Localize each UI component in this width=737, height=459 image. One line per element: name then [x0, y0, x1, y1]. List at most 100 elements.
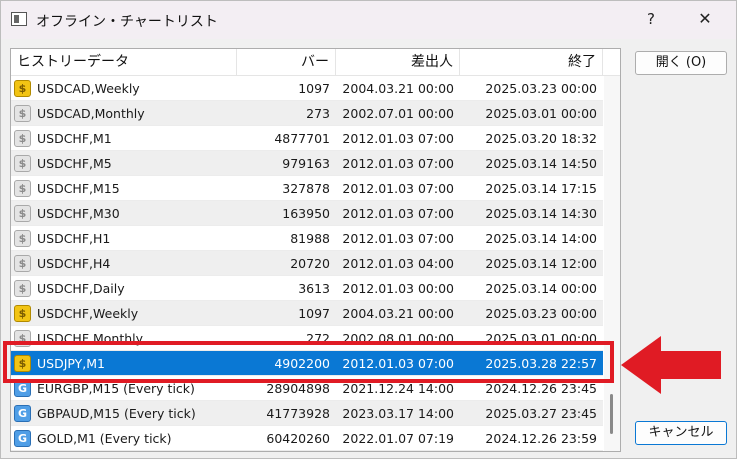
- from-cell: 2004.03.21 00:00: [342, 81, 454, 96]
- symbol-cell: $ USDCAD,Monthly: [11, 101, 237, 125]
- dollar-coin-icon: $: [14, 104, 31, 122]
- from-cell: 2012.01.03 07:00: [342, 231, 454, 246]
- symbol-label: USDCHF,Daily: [37, 280, 125, 296]
- bars-cell: 81988: [290, 231, 330, 246]
- symbol-label: USDCHF,H1: [37, 230, 111, 246]
- symbol-cell: $ USDCAD,Weekly: [11, 76, 237, 100]
- open-button[interactable]: 開く (O): [635, 51, 727, 75]
- to-cell: 2025.03.14 17:15: [485, 181, 597, 196]
- symbol-label: USDCHF,M1: [37, 130, 112, 146]
- symbol-cell: $ USDCHF,Daily: [11, 276, 237, 300]
- to-cell: 2025.03.14 14:00: [485, 231, 597, 246]
- from-cell: 2002.07.01 00:00: [342, 106, 454, 121]
- from-cell: 2012.01.03 07:00: [342, 156, 454, 171]
- every-tick-icon: G: [14, 429, 31, 447]
- symbol-cell: $ USDCHF,M15: [11, 176, 237, 200]
- symbol-cell: $ USDCHF,M1: [11, 126, 237, 150]
- dollar-coin-icon: $: [14, 204, 31, 222]
- symbol-cell: $ USDCHF,Weekly: [11, 301, 237, 325]
- from-cell: 2012.01.03 04:00: [342, 256, 454, 271]
- to-cell: 2025.03.20 18:32: [485, 131, 597, 146]
- table-row[interactable]: $ USDCAD,Monthly 273 2002.07.01 00:00 2025.0…: [11, 101, 603, 126]
- to-cell: 2025.03.01 00:00: [485, 106, 597, 121]
- table-row[interactable]: $ USDCAD,Weekly 1097 2004.03.21 00:00 2025.0…: [11, 76, 603, 101]
- bars-cell: 979163: [282, 156, 330, 171]
- to-cell: 2025.03.14 14:30: [485, 206, 597, 221]
- symbol-label: USDCAD,Weekly: [37, 80, 140, 96]
- bars-cell: 41773928: [266, 406, 330, 421]
- bars-cell: 4877701: [274, 131, 330, 146]
- window-icon: [11, 12, 27, 26]
- symbol-label: USDCAD,Monthly: [37, 105, 145, 121]
- to-cell: 2024.12.26 23:59: [485, 431, 597, 446]
- dollar-coin-icon: $: [14, 254, 31, 272]
- column-header-to[interactable]: 終了: [460, 49, 603, 76]
- from-cell: 2022.01.07 07:19: [342, 431, 454, 446]
- to-cell: 2025.03.27 23:45: [485, 406, 597, 421]
- from-cell: 2012.01.03 07:00: [342, 206, 454, 221]
- dollar-coin-icon: $: [14, 229, 31, 247]
- symbol-label: USDCHF,M5: [37, 155, 112, 171]
- list-rows: $ USDCAD,Weekly 1097 2004.03.21 00:00 2025.0…: [11, 76, 603, 451]
- close-button[interactable]: ✕: [692, 7, 718, 31]
- offline-chart-list-dialog: オフライン・チャートリスト ? ✕ ヒストリーデータ バー 差出人 終了 $ US…: [0, 0, 737, 459]
- table-row[interactable]: G GBPAUD,M15 (Every tick) 41773928 2023.03.…: [11, 401, 603, 426]
- help-button[interactable]: ?: [639, 7, 663, 31]
- scrollbar-thumb[interactable]: [610, 394, 613, 434]
- red-arrow-annotation: [621, 336, 721, 394]
- selection-highlight-annotation: [3, 341, 614, 383]
- table-row[interactable]: $ USDCHF,M1 4877701 2012.01.03 07:00 2025.03…: [11, 126, 603, 151]
- from-cell: 2012.01.03 07:00: [342, 131, 454, 146]
- bars-cell: 273: [306, 106, 330, 121]
- symbol-cell: $ USDCHF,H1: [11, 226, 237, 250]
- table-row[interactable]: $ USDCHF,H1 81988 2012.01.03 07:00 2025.03.1…: [11, 226, 603, 251]
- from-cell: 2023.03.17 14:00: [342, 406, 454, 421]
- from-cell: 2012.01.03 00:00: [342, 281, 454, 296]
- symbol-label: USDCHF,H4: [37, 255, 111, 271]
- to-cell: 2025.03.14 12:00: [485, 256, 597, 271]
- symbol-label: USDCHF,M15: [37, 180, 120, 196]
- bars-cell: 1097: [298, 81, 330, 96]
- from-cell: 2004.03.21 00:00: [342, 306, 454, 321]
- table-row[interactable]: $ USDCHF,M30 163950 2012.01.03 07:00 2025.03…: [11, 201, 603, 226]
- list-header: ヒストリーデータ バー 差出人 終了: [11, 49, 620, 76]
- dollar-coin-icon: $: [14, 304, 31, 322]
- symbol-label: USDCHF,M30: [37, 205, 120, 221]
- dollar-coin-icon: $: [14, 179, 31, 197]
- bars-cell: 20720: [290, 256, 330, 271]
- dollar-coin-icon: $: [14, 129, 31, 147]
- to-cell: 2025.03.14 14:50: [485, 156, 597, 171]
- symbol-label: GOLD,M1 (Every tick): [37, 430, 172, 446]
- symbol-cell: G GBPAUD,M15 (Every tick): [11, 401, 237, 425]
- table-row[interactable]: $ USDCHF,M5 979163 2012.01.03 07:00 2025.03.…: [11, 151, 603, 176]
- column-header-bars[interactable]: バー: [237, 49, 336, 76]
- bars-cell: 60420260: [266, 431, 330, 446]
- bars-cell: 1097: [298, 306, 330, 321]
- to-cell: 2025.03.23 00:00: [485, 306, 597, 321]
- bars-cell: 3613: [298, 281, 330, 296]
- dollar-coin-icon: $: [14, 79, 31, 97]
- symbol-cell: G GOLD,M1 (Every tick): [11, 426, 237, 450]
- dollar-coin-icon: $: [14, 279, 31, 297]
- table-row[interactable]: $ USDCHF,Daily 3613 2012.01.03 00:00 2025.03…: [11, 276, 603, 301]
- to-cell: 2025.03.14 00:00: [485, 281, 597, 296]
- column-header-history-data[interactable]: ヒストリーデータ: [11, 49, 237, 76]
- every-tick-icon: G: [14, 404, 31, 422]
- from-cell: 2012.01.03 07:00: [342, 181, 454, 196]
- window-title: オフライン・チャートリスト: [36, 14, 218, 30]
- symbol-cell: $ USDCHF,M5: [11, 151, 237, 175]
- symbol-cell: $ USDCHF,M30: [11, 201, 237, 225]
- table-row[interactable]: G GOLD,M1 (Every tick) 60420260 2022.01.07 …: [11, 426, 603, 451]
- column-header-from[interactable]: 差出人: [336, 49, 460, 76]
- bars-cell: 327878: [282, 181, 330, 196]
- table-row[interactable]: $ USDCHF,Weekly 1097 2004.03.21 00:00 2025.0…: [11, 301, 603, 326]
- table-row[interactable]: $ USDCHF,M15 327878 2012.01.03 07:00 2025.03…: [11, 176, 603, 201]
- to-cell: 2025.03.23 00:00: [485, 81, 597, 96]
- cancel-button[interactable]: キャンセル: [635, 421, 727, 445]
- bars-cell: 163950: [282, 206, 330, 221]
- symbol-label: USDCHF,Weekly: [37, 305, 139, 321]
- vertical-scrollbar[interactable]: [604, 76, 620, 451]
- table-row[interactable]: $ USDCHF,H4 20720 2012.01.03 04:00 2025.03.1…: [11, 251, 603, 276]
- title-bar[interactable]: オフライン・チャートリスト ? ✕: [1, 1, 736, 39]
- history-data-list[interactable]: ヒストリーデータ バー 差出人 終了 $ USDCAD,Weekly 1097 200…: [10, 48, 621, 452]
